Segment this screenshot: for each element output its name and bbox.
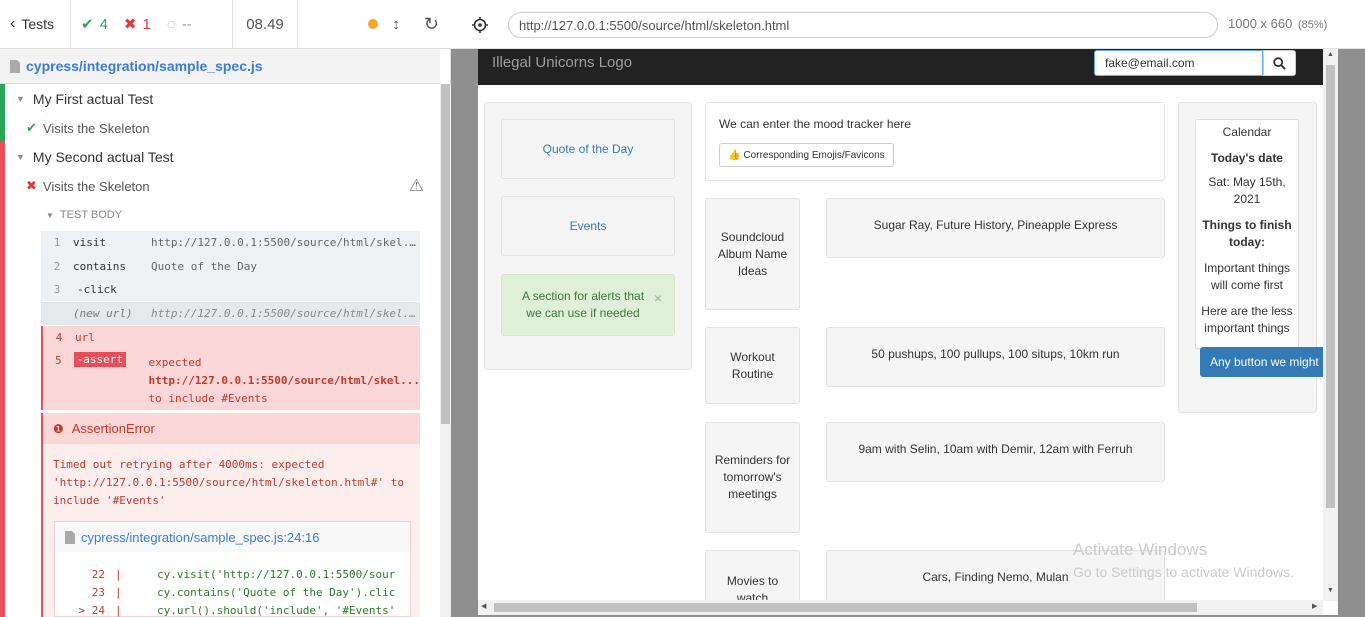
code-lines: 22 | cy.visit('http://127.0.0.1:5500/sour … [78,568,396,617]
aut-frame: Illegal Unicorns Logo fake@email.com Quo… [478,49,1338,615]
scroll-right-icon[interactable]: ▶ [1312,602,1317,610]
error-header: ❶ AssertionError [43,413,420,444]
test-title: Visits the Skeleton [42,178,150,194]
thumbs-up-icon: 👍 [728,149,741,161]
fail-bar [0,142,5,617]
date-value: Sat: May 15th, 2021 [1208,175,1286,206]
reporter-scroll-thumb[interactable] [441,84,450,424]
row-value-soundcloud: Sugar Ray, Future History, Pineapple Exp… [826,198,1165,258]
spec-bar: cypress/integration/sample_spec.js [0,49,440,84]
mood-tracker: We can enter the mood tracker here 👍 Cor… [705,102,1165,181]
viewport-info: 1000 x 660 (85%) [1228,16,1328,31]
assert-badge: -assert [73,352,127,367]
search-icon [1273,56,1286,70]
caret-down-icon: ▼ [46,210,54,220]
test-body-header[interactable]: ▼ TEST BODY [46,209,122,221]
passed-count: 4 [99,15,108,33]
error-title: AssertionError [71,421,155,436]
code-frame-header[interactable]: cypress/integration/sample_spec.js:24:16 [55,522,410,552]
date-heading: Today's date [1211,151,1283,165]
row-label-reminders: Reminders for tomorrow's meetings [705,422,800,533]
url-bar[interactable]: http://127.0.0.1:5500/source/html/skelet… [508,12,1218,38]
scroll-down-icon[interactable]: ▼ [1327,587,1334,594]
aut-vertical-thumb[interactable] [1326,65,1335,508]
calendar-panel: Calendar Today's date Sat: May 15th, 202… [1195,119,1299,349]
check-icon: ✔ [26,120,37,135]
row-value-workout: 50 pushups, 100 pullups, 100 situps, 10k… [826,327,1165,387]
less-important-text: Here are the less important things [1201,304,1293,335]
close-icon[interactable]: × [654,290,662,306]
suite-title: My First actual Test [32,91,154,107]
auto-scroll-icon[interactable]: ↕ [392,16,400,33]
reporter-panel: ‹ Tests ✔ 4 ✖ 1 ◌ -- 08.49 ↕ ↻ cypress/i… [0,0,451,617]
duration: 08.49 [233,0,298,49]
events-button[interactable]: Events [501,196,675,256]
command-row[interactable]: 1 visit http://127.0.0.1:5500/source/htm… [41,231,420,255]
pending-icon: ◌ [166,15,176,33]
aut-horizontal-thumb[interactable] [494,603,1197,612]
search-button[interactable] [1263,50,1296,76]
row-label-workout: Workout Routine [705,327,800,404]
any-button[interactable]: Any button we might [1200,347,1338,377]
file-icon [65,530,75,544]
logo[interactable]: Illegal Unicorns Logo [492,54,632,71]
error-panel: ❶ AssertionError Timed out retrying afte… [41,413,420,617]
command-log: 1 visit http://127.0.0.1:5500/source/htm… [41,231,420,410]
error-icon: ❶ [53,421,64,436]
error-message: Timed out retrying after 4000ms: expecte… [53,458,404,507]
command-row[interactable]: 2 contains Quote of the Day [41,255,420,278]
suite-title: My Second actual Test [32,149,174,165]
email-field[interactable]: fake@email.com [1094,50,1263,76]
status-dot-icon [368,19,379,29]
navbar: Illegal Unicorns Logo fake@email.com [478,49,1338,85]
test-body-label: TEST BODY [59,209,123,221]
selector-playground-icon[interactable] [472,17,488,33]
todo-heading: Things to finish today: [1202,218,1292,249]
suite-second[interactable]: ▼ My Second actual Test [0,143,174,171]
reporter-header: ‹ Tests ✔ 4 ✖ 1 ◌ -- 08.49 ↕ ↻ [0,0,451,49]
x-icon: ✖ [26,178,37,193]
warning-icon: ⚠ [408,176,424,195]
scroll-left-icon[interactable]: ◀ [481,602,486,610]
important-text: Important things will come first [1203,261,1291,292]
failed-count: 1 [142,15,151,33]
emojis-button[interactable]: 👍 Corresponding Emojis/Favicons [719,143,894,167]
file-icon [10,59,20,73]
caret-down-icon: ▼ [16,152,25,162]
stats: ✔ 4 ✖ 1 ◌ -- [71,0,233,49]
command-row[interactable]: 3 -click [41,278,420,301]
row-label-soundcloud: Soundcloud Album Name Ideas [705,198,800,310]
tests-button[interactable]: ‹ Tests [0,0,71,49]
test-first[interactable]: ✔ Visits the Skeleton [0,114,150,142]
quote-of-the-day-button[interactable]: Quote of the Day [501,119,675,179]
command-row[interactable]: (new url) http://127.0.0.1:5500/source/h… [41,302,420,325]
chevron-left-icon: ‹ [10,15,16,32]
tests-label: Tests [21,16,55,32]
row-value-reminders: 9am with Selin, 10am with Demir, 12am wi… [826,422,1165,482]
check-icon: ✔ [81,16,94,33]
failed-commands[interactable]: 4 url 5 -assert expected http://127.0.0.… [41,326,420,410]
restart-icon[interactable]: ↻ [424,14,439,35]
calendar-title: Calendar [1222,125,1272,139]
alert-box: A section for alerts that we can use if … [501,274,675,336]
alert-text: A section for alerts that we can use if … [521,289,645,320]
runnables: ▼ My First actual Test ✔ Visits the Skel… [0,84,440,617]
pending-count: -- [181,15,192,33]
test-second[interactable]: ✖ Visits the Skeleton ⚠ [0,172,440,200]
test-title: Visits the Skeleton [42,120,150,136]
suite-first[interactable]: ▼ My First actual Test [0,85,153,113]
caret-down-icon: ▼ [16,94,25,104]
scroll-up-icon[interactable]: ▲ [1327,51,1334,58]
controls: ↕ ↻ [298,0,451,49]
activate-windows-watermark: Activate Windows Go to Settings to activ… [1073,540,1294,580]
mood-text: We can enter the mood tracker here [719,117,911,131]
spec-link[interactable]: cypress/integration/sample_spec.js [26,58,263,74]
code-file-link[interactable]: cypress/integration/sample_spec.js:24:16 [81,530,319,545]
code-frame: cypress/integration/sample_spec.js:24:16… [54,521,411,617]
x-icon: ✖ [123,16,137,33]
